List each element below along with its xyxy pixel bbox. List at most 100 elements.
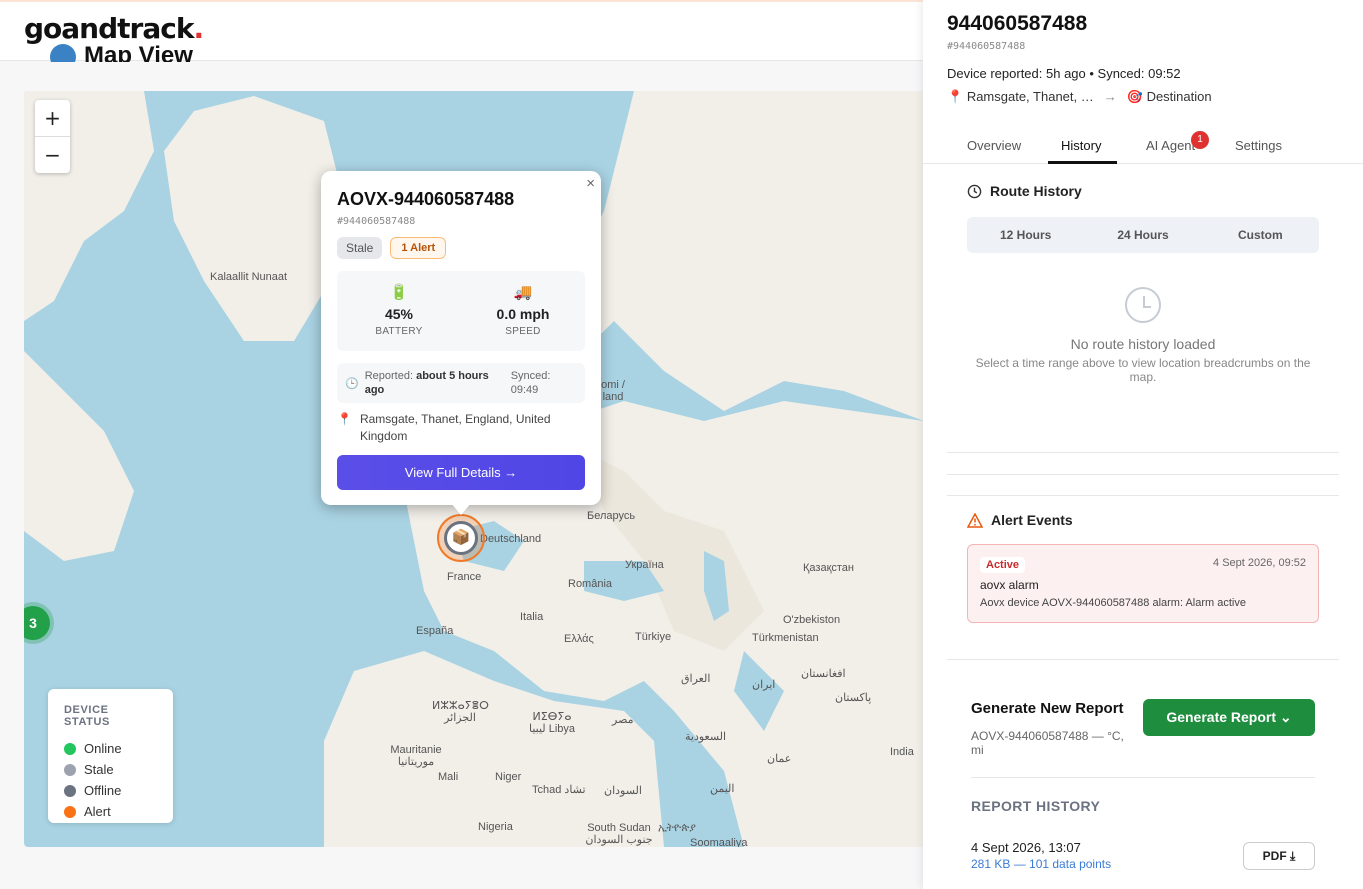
map-label: Nigeria [478, 821, 513, 833]
tab-history[interactable]: History [1061, 138, 1101, 153]
map-label: مصر [612, 714, 634, 726]
divider [971, 777, 1315, 778]
origin-text: Ramsgate, Thanet, … [966, 89, 1094, 104]
clock-icon [967, 184, 982, 198]
map-label: Türkiye [635, 631, 672, 643]
divider [947, 495, 1339, 496]
alert-name: aovx alarm [980, 578, 1039, 592]
pdf-download-button[interactable]: PDF ⤓ [1243, 842, 1315, 870]
destination-text: Destination [1146, 89, 1212, 104]
arrow-icon: → [1103, 89, 1117, 104]
map-label: پاکستان [835, 692, 872, 704]
map-label: France [447, 571, 482, 583]
alert-time: 4 Sept 2026, 09:52 [1213, 557, 1306, 569]
map-label: omi / land [601, 379, 625, 403]
zoom-in-button[interactable]: + [35, 100, 70, 136]
popup-device-id: #944060587488 [337, 216, 416, 227]
map-label: Italia [520, 611, 544, 623]
map-label: ኢትዮጵያ [658, 822, 696, 834]
divider [947, 452, 1339, 453]
close-icon[interactable]: × [586, 175, 595, 192]
globe-icon [50, 43, 76, 62]
active-tab-indicator [1048, 161, 1117, 164]
tab-settings[interactable]: Settings [1235, 138, 1282, 153]
battery-icon: 🔋 [389, 284, 409, 301]
map-label: Soomaaliya [690, 837, 748, 847]
battery-stat: 🔋 45% BATTERY [337, 271, 461, 351]
map-label: افغانستان [801, 668, 846, 680]
synced-value: 09:49 [510, 384, 539, 396]
map-label: Kalaallit Nunaat [210, 271, 288, 283]
generate-report-title: Generate New Report [971, 700, 1124, 717]
legend-label: Online [84, 741, 122, 756]
device-detail-panel: 944060587488 #944060587488 Device report… [923, 0, 1363, 889]
legend-label: Offline [84, 783, 122, 798]
device-id: #944060587488 [947, 41, 1026, 52]
battery-label: BATTERY [375, 326, 423, 337]
map-label: South Sudan جنوب السودان [585, 822, 653, 846]
report-status: Device reported: 5h ago • Synced: 09:52 [947, 66, 1181, 81]
speed-label: SPEED [505, 326, 541, 337]
empty-subtitle: Select a time range above to view locati… [975, 356, 1311, 384]
map-label: Mauritanie موريتانيا [390, 744, 442, 768]
time-range-selector: 12 Hours 24 Hours Custom [967, 217, 1319, 253]
map-label: Україна [625, 559, 664, 571]
map-label: România [568, 578, 613, 590]
synced-time: Synced: 09:49 [511, 369, 551, 397]
map-label: السعودية [685, 731, 727, 743]
device-status-legend: DEVICE STATUS Online Stale Offline Alert [48, 689, 173, 823]
pdf-label: PDF [1262, 848, 1287, 863]
alert-dot-icon [64, 805, 76, 818]
legend-item-alert: Alert [64, 801, 157, 822]
report-history-title: REPORT HISTORY [971, 798, 1101, 814]
popup-times: 🕒 Reported: about 5 hours ago Synced: 09:… [337, 363, 585, 403]
origin: 📍 Ramsgate, Thanet, … [947, 89, 1094, 105]
speed-value: 0.0 mph [496, 306, 550, 322]
map-label: ⵍⵣⵣⴰⵢⴻⵔ الجزائر [432, 700, 489, 724]
battery-value: 45% [384, 306, 414, 322]
popup-badges: Stale 1 Alert [337, 237, 585, 259]
tab-overview[interactable]: Overview [967, 138, 1021, 153]
legend-item-offline: Offline [64, 780, 157, 801]
view-full-details-button[interactable]: View Full Details → [337, 455, 585, 490]
generate-report-label: Generate Report [1166, 709, 1277, 725]
map-label: ⵍⵉⴱⵢⴰ ليبيا Libya [528, 711, 576, 735]
page-title-text: Map View [84, 42, 193, 62]
device-marker[interactable]: 📦 [444, 521, 478, 555]
pin-icon: 📍 [947, 89, 964, 104]
range-12-hours-button[interactable]: 12 Hours [967, 217, 1084, 253]
target-icon: 🎯 [1126, 89, 1143, 104]
legend-label: Stale [84, 762, 114, 777]
report-entry-date: 4 Sept 2026, 13:07 [971, 840, 1081, 855]
tab-ai-agent[interactable]: AI Agent [1146, 138, 1195, 153]
report-entry-meta[interactable]: 281 KB — 101 data points [971, 857, 1111, 871]
zoom-control: + − [35, 100, 70, 173]
map-label: Ελλάς [564, 633, 594, 645]
stale-badge: Stale [337, 237, 383, 259]
range-custom-button[interactable]: Custom [1202, 217, 1319, 253]
alert-event-card[interactable]: Active 4 Sept 2026, 09:52 aovx alarm Aov… [967, 544, 1319, 623]
panel-tabs: Overview History AI Agent Settings 1 [923, 126, 1363, 164]
generate-report-subtitle: AOVX-944060587488 — °C, mi [971, 729, 1124, 757]
reported-time: Reported: about 5 hours ago [365, 369, 505, 397]
package-icon: 📦 [451, 529, 471, 546]
map-label: O'zbekiston [783, 614, 841, 626]
popup-location: 📍 Ramsgate, Thanet, England, United King… [337, 411, 585, 445]
download-icon: ⤓ [1290, 848, 1296, 863]
alert-events-header: Alert Events [967, 512, 1073, 528]
alert-description: Aovx device AOVX-944060587488 alarm: Ala… [980, 597, 1246, 609]
location-text: Ramsgate, Thanet, England, United Kingdo… [359, 412, 551, 443]
legend-item-stale: Stale [64, 759, 157, 780]
device-title: 944060587488 [947, 12, 1088, 35]
popup-stats: 🔋 45% BATTERY 🚚 0.0 mph SPEED [337, 271, 585, 351]
ai-agent-badge: 1 [1191, 131, 1209, 149]
legend-label: Alert [84, 804, 111, 819]
range-24-hours-button[interactable]: 24 Hours [1084, 217, 1201, 253]
map-label: Türkmenistan [752, 632, 819, 644]
zoom-out-button[interactable]: − [35, 136, 70, 172]
generate-report-button[interactable]: Generate Report ⌄ [1143, 699, 1315, 736]
route-history-title: Route History [990, 183, 1082, 199]
chevron-down-icon: ⌄ [1279, 709, 1292, 725]
app-logo[interactable]: goandtrack. [24, 12, 204, 45]
alert-badge: 1 Alert [390, 237, 447, 259]
